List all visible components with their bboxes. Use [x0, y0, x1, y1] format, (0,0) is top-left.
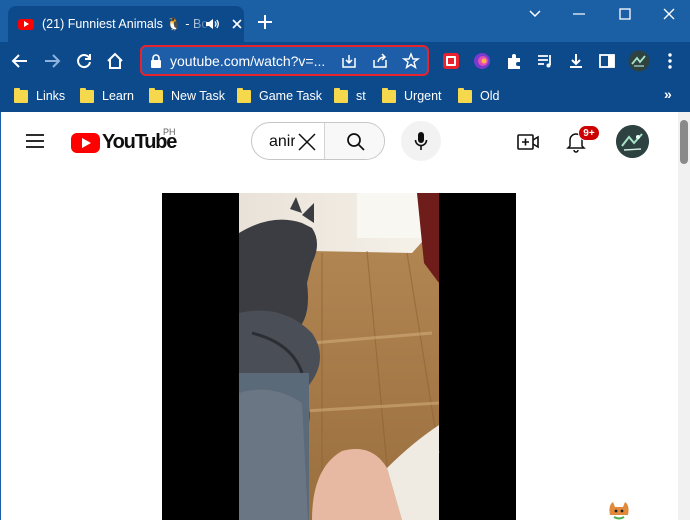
search-input[interactable]: anir	[269, 133, 295, 151]
bookmark-learn[interactable]: Learn	[80, 87, 134, 105]
reload-icon[interactable]	[74, 51, 94, 71]
youtube-play-icon	[71, 132, 100, 153]
extension-orb-icon[interactable]	[472, 51, 492, 71]
folder-icon	[237, 87, 251, 103]
video-player[interactable]	[162, 193, 516, 520]
youtube-page: YouTube PH anir 9+	[0, 112, 690, 520]
microphone-icon	[414, 132, 428, 150]
bookmarks-overflow-icon[interactable]: »	[664, 86, 672, 102]
maximize-icon[interactable]	[602, 0, 648, 28]
bookmark-st[interactable]: st	[334, 87, 366, 105]
region-code: PH	[163, 127, 176, 137]
youtube-favicon-icon	[18, 18, 34, 30]
speaker-icon[interactable]	[204, 16, 220, 32]
tab-title: (21) Funniest Animals 🐧 - Bo	[42, 16, 209, 31]
youtube-logo[interactable]: YouTube	[71, 131, 177, 154]
forward-arrow-icon[interactable]	[42, 51, 62, 71]
bookmark-links[interactable]: Links	[14, 87, 65, 105]
search-button[interactable]	[324, 123, 384, 159]
url-text[interactable]: youtube.com/watch?v=...	[170, 53, 325, 69]
side-panel-icon[interactable]	[597, 51, 617, 71]
share-icon[interactable]	[371, 52, 389, 70]
window-close-icon[interactable]	[646, 0, 690, 28]
bookmark-game-task[interactable]: Game Task	[237, 87, 322, 105]
hamburger-menu-icon[interactable]	[25, 133, 45, 149]
browser-toolbar: youtube.com/watch?v=...	[0, 42, 690, 80]
corner-mascot-icon	[609, 502, 629, 520]
lock-icon[interactable]	[150, 54, 162, 68]
clear-search-icon[interactable]	[296, 131, 318, 153]
scrollbar-thumb[interactable]	[680, 120, 688, 164]
tab-close-icon[interactable]	[228, 15, 246, 33]
bookmarks-bar: Links Learn New Task Game Task st Urgent…	[0, 80, 690, 112]
new-tab-plus-icon[interactable]	[255, 12, 275, 32]
search-box: anir	[251, 122, 385, 160]
address-bar[interactable]: youtube.com/watch?v=...	[140, 45, 429, 76]
tab-active[interactable]: (21) Funniest Animals 🐧 - Bo	[8, 6, 244, 42]
voice-search-button[interactable]	[401, 121, 441, 161]
create-video-icon[interactable]	[516, 131, 540, 153]
folder-icon	[14, 87, 28, 103]
bookmark-urgent[interactable]: Urgent	[382, 87, 442, 105]
profile-avatar-icon[interactable]	[628, 50, 650, 72]
browser-menu-icon[interactable]	[660, 51, 680, 71]
extensions-puzzle-icon[interactable]	[504, 51, 524, 71]
tab-search-chevron-icon[interactable]	[512, 0, 558, 28]
home-icon[interactable]	[105, 51, 125, 71]
minimize-icon[interactable]	[556, 0, 602, 28]
folder-icon	[149, 87, 163, 103]
folder-icon	[458, 87, 472, 103]
notification-count-badge: 9+	[578, 125, 600, 141]
downloads-icon[interactable]	[566, 51, 586, 71]
account-avatar[interactable]	[616, 125, 649, 158]
media-queue-icon[interactable]	[535, 51, 555, 71]
folder-icon	[80, 87, 94, 103]
search-icon	[346, 133, 365, 151]
screen-recorder-extension-icon[interactable]	[441, 51, 461, 71]
bookmark-old[interactable]: Old	[458, 87, 499, 105]
bookmark-star-icon[interactable]	[402, 52, 420, 70]
folder-icon	[382, 87, 396, 103]
browser-window: (21) Funniest Animals 🐧 - Bo youtube.com…	[0, 0, 690, 520]
tab-strip: (21) Funniest Animals 🐧 - Bo	[0, 0, 690, 42]
folder-icon	[334, 87, 348, 103]
back-arrow-icon[interactable]	[10, 51, 30, 71]
install-app-icon[interactable]	[340, 52, 358, 70]
page-scrollbar[interactable]	[678, 112, 690, 520]
video-frame-cat-on-floor	[162, 193, 516, 520]
bookmark-new-task[interactable]: New Task	[149, 87, 225, 105]
